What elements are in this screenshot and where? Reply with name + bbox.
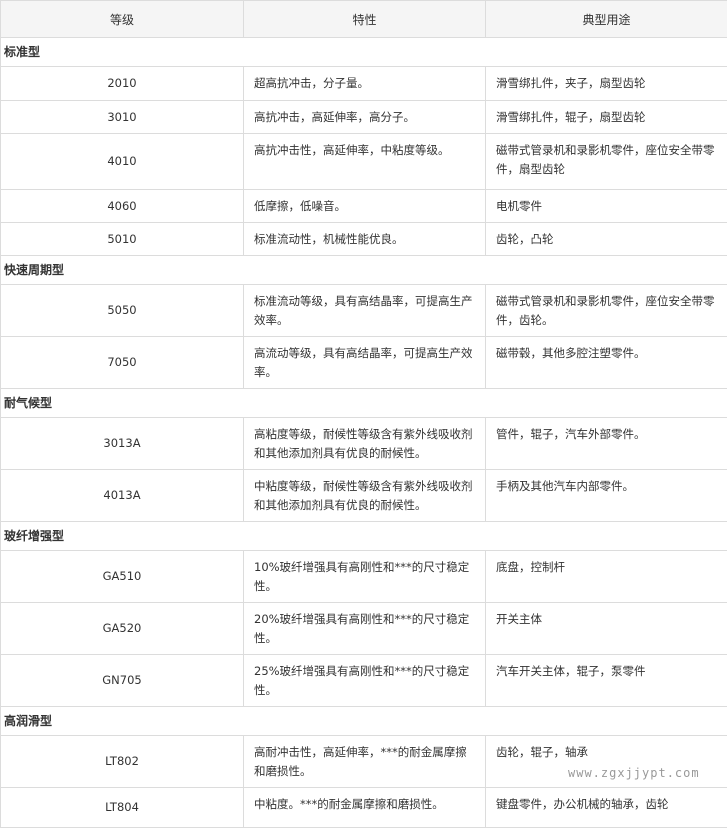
grade-cell: 2010	[1, 67, 244, 101]
table-row: GN705 25%玻纤增强具有高刚性和***的尺寸稳定性。 汽车开关主体，辊子，…	[1, 655, 727, 707]
grade-cell: GN705	[1, 655, 244, 707]
grade-cell: 5010	[1, 223, 244, 256]
property-cell: 高抗冲击，高延伸率，高分子。	[244, 101, 486, 134]
table-row: 3013A 高粘度等级，耐候性等级含有紫外线吸收剂和其他添加剂具有优良的耐候性。…	[1, 418, 727, 470]
section-row-standard: 标准型	[1, 38, 727, 67]
application-cell: 底盘，控制杆	[486, 551, 727, 603]
property-cell: 高抗冲击性，高延伸率，中粘度等级。	[244, 134, 486, 190]
grade-cell: LT802	[1, 736, 244, 788]
table-row: 4060 低摩擦，低噪音。 电机零件	[1, 190, 727, 223]
grade-cell: 7050	[1, 337, 244, 389]
application-cell: 汽车开关主体，辊子，泵零件	[486, 655, 727, 707]
header-property: 特性	[244, 1, 486, 38]
grade-cell: GA510	[1, 551, 244, 603]
table-row: 5010 标准流动性，机械性能优良。 齿轮，凸轮	[1, 223, 727, 256]
property-cell: 20%玻纤增强具有高刚性和***的尺寸稳定性。	[244, 603, 486, 655]
table-row: 3010 高抗冲击，高延伸率，高分子。 滑雪绑扎件，辊子，扇型齿轮	[1, 101, 727, 134]
section-row-high-lubrication: 高润滑型	[1, 707, 727, 736]
table-row: 4013A 中粘度等级，耐候性等级含有紫外线吸收剂和其他添加剂具有优良的耐候性。…	[1, 470, 727, 522]
grade-cell: 3010	[1, 101, 244, 134]
section-row-fast-cycle: 快速周期型	[1, 256, 727, 285]
table-row: 2010 超高抗冲击，分子量。 滑雪绑扎件，夹子，扇型齿轮	[1, 67, 727, 101]
property-cell: 高流动等级，具有高结晶率，可提高生产效率。	[244, 337, 486, 389]
property-cell: 标准流动等级，具有高结晶率，可提高生产效率。	[244, 285, 486, 337]
property-cell: 中粘度。***的耐金属摩擦和磨损性。	[244, 788, 486, 828]
section-row-weather-resistant: 耐气候型	[1, 389, 727, 418]
grade-cell: 4010	[1, 134, 244, 190]
header-row: 等级 特性 典型用途	[1, 1, 727, 38]
table-row: 5050 标准流动等级，具有高结晶率，可提高生产效率。 磁带式管录机和录影机零件…	[1, 285, 727, 337]
section-title: 玻纤增强型	[1, 522, 727, 551]
application-cell: 滑雪绑扎件，辊子，扇型齿轮	[486, 101, 727, 134]
property-cell: 低摩擦，低噪音。	[244, 190, 486, 223]
property-cell: 25%玻纤增强具有高刚性和***的尺寸稳定性。	[244, 655, 486, 707]
grade-cell: LT804	[1, 788, 244, 828]
application-cell: 磁带式管录机和录影机零件，座位安全带零件，齿轮。	[486, 285, 727, 337]
table-row: 4010 高抗冲击性，高延伸率，中粘度等级。 磁带式管录机和录影机零件，座位安全…	[1, 134, 727, 190]
section-title: 快速周期型	[1, 256, 727, 285]
property-cell: 超高抗冲击，分子量。	[244, 67, 486, 101]
grade-cell: 3013A	[1, 418, 244, 470]
grade-cell: 4013A	[1, 470, 244, 522]
section-title: 高润滑型	[1, 707, 727, 736]
grade-cell: GA520	[1, 603, 244, 655]
property-cell: 中粘度等级，耐候性等级含有紫外线吸收剂和其他添加剂具有优良的耐候性。	[244, 470, 486, 522]
property-cell: 高粘度等级，耐候性等级含有紫外线吸收剂和其他添加剂具有优良的耐候性。	[244, 418, 486, 470]
grade-cell: 4060	[1, 190, 244, 223]
application-cell: 磁带毂，其他多腔注塑零件。	[486, 337, 727, 389]
application-cell: 齿轮，凸轮	[486, 223, 727, 256]
table-row: 7050 高流动等级，具有高结晶率，可提高生产效率。 磁带毂，其他多腔注塑零件。	[1, 337, 727, 389]
property-cell: 标准流动性，机械性能优良。	[244, 223, 486, 256]
grade-cell: 5050	[1, 285, 244, 337]
table-row: LT804 中粘度。***的耐金属摩擦和磨损性。 键盘零件，办公机械的轴承，齿轮	[1, 788, 727, 828]
application-cell: 磁带式管录机和录影机零件，座位安全带零件，扇型齿轮	[486, 134, 727, 190]
table-row: GA510 10%玻纤增强具有高刚性和***的尺寸稳定性。 底盘，控制杆	[1, 551, 727, 603]
application-cell: 滑雪绑扎件，夹子，扇型齿轮	[486, 67, 727, 101]
header-grade: 等级	[1, 1, 244, 38]
property-cell: 10%玻纤增强具有高刚性和***的尺寸稳定性。	[244, 551, 486, 603]
header-application: 典型用途	[486, 1, 727, 38]
application-cell: 手柄及其他汽车内部零件。	[486, 470, 727, 522]
watermark: www.zgxjjypt.com	[568, 766, 700, 780]
grade-table: 等级 特性 典型用途 标准型 2010 超高抗冲击，分子量。 滑雪绑扎件，夹子，…	[0, 0, 727, 828]
application-cell: 管件，辊子，汽车外部零件。	[486, 418, 727, 470]
section-row-glass-fiber: 玻纤增强型	[1, 522, 727, 551]
table-row: GA520 20%玻纤增强具有高刚性和***的尺寸稳定性。 开关主体	[1, 603, 727, 655]
application-cell: 开关主体	[486, 603, 727, 655]
application-cell: 电机零件	[486, 190, 727, 223]
property-cell: 高耐冲击性，高延伸率，***的耐金属摩擦和磨损性。	[244, 736, 486, 788]
section-title: 标准型	[1, 38, 727, 67]
section-title: 耐气候型	[1, 389, 727, 418]
application-cell: 键盘零件，办公机械的轴承，齿轮	[486, 788, 727, 828]
